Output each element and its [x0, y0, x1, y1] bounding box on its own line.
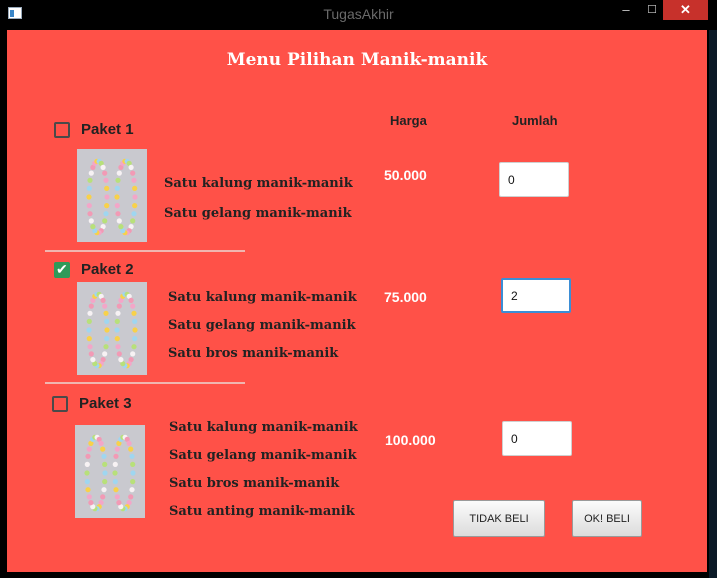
paket-2-item-1: Satu kalung manik-manik	[168, 290, 357, 305]
paket-3-item-2: Satu gelang manik-manik	[169, 448, 357, 463]
paket-1-item-1: Satu kalung manik-manik	[164, 176, 353, 191]
price-column-header: Harga	[390, 113, 427, 128]
paket-1-label: Paket 1	[81, 121, 134, 138]
minimize-button[interactable]: –	[614, 0, 638, 20]
paket-1-image	[77, 149, 147, 242]
paket-3-label: Paket 3	[79, 395, 132, 412]
paket-2-price: 75.000	[384, 289, 427, 305]
paket-2-item-3: Satu bros manik-manik	[168, 346, 339, 361]
paket-1-qty-input[interactable]	[499, 162, 569, 197]
paket-1-checkbox[interactable]	[54, 122, 70, 138]
paket-2-checkbox[interactable]	[54, 261, 70, 278]
paket-3-checkbox[interactable]	[52, 396, 68, 412]
paket-2-item-2: Satu gelang manik-manik	[168, 318, 356, 333]
main-panel: Menu Pilihan Manik-manik Harga Jumlah Pa…	[7, 30, 707, 572]
page-title: Menu Pilihan Manik-manik	[226, 50, 488, 70]
paket-1-price: 50.000	[384, 167, 427, 183]
ok-beli-button[interactable]: OK! BELI	[572, 500, 642, 537]
paket-2-qty-input[interactable]	[501, 278, 571, 313]
separator-2	[45, 382, 245, 384]
paket-3-item-3: Satu bros manik-manik	[169, 476, 340, 491]
desktop-edge	[709, 30, 717, 578]
paket-3-item-1: Satu kalung manik-manik	[169, 420, 358, 435]
close-button[interactable]: ✕	[663, 0, 708, 20]
title-bar: TugasAkhir – ☐ ✕	[0, 0, 717, 28]
paket-3-image	[75, 425, 145, 518]
window-title: TugasAkhir	[323, 6, 394, 22]
paket-3-item-4: Satu anting manik-manik	[169, 504, 355, 519]
paket-3-price: 100.000	[385, 432, 436, 448]
tidak-beli-button[interactable]: TIDAK BELI	[453, 500, 545, 537]
paket-2-image	[77, 282, 147, 375]
paket-2-label: Paket 2	[81, 261, 134, 278]
maximize-button[interactable]: ☐	[642, 0, 662, 20]
paket-1-item-2: Satu gelang manik-manik	[164, 206, 352, 221]
separator-1	[45, 250, 245, 252]
qty-column-header: Jumlah	[512, 113, 558, 128]
paket-3-qty-input[interactable]	[502, 421, 572, 456]
